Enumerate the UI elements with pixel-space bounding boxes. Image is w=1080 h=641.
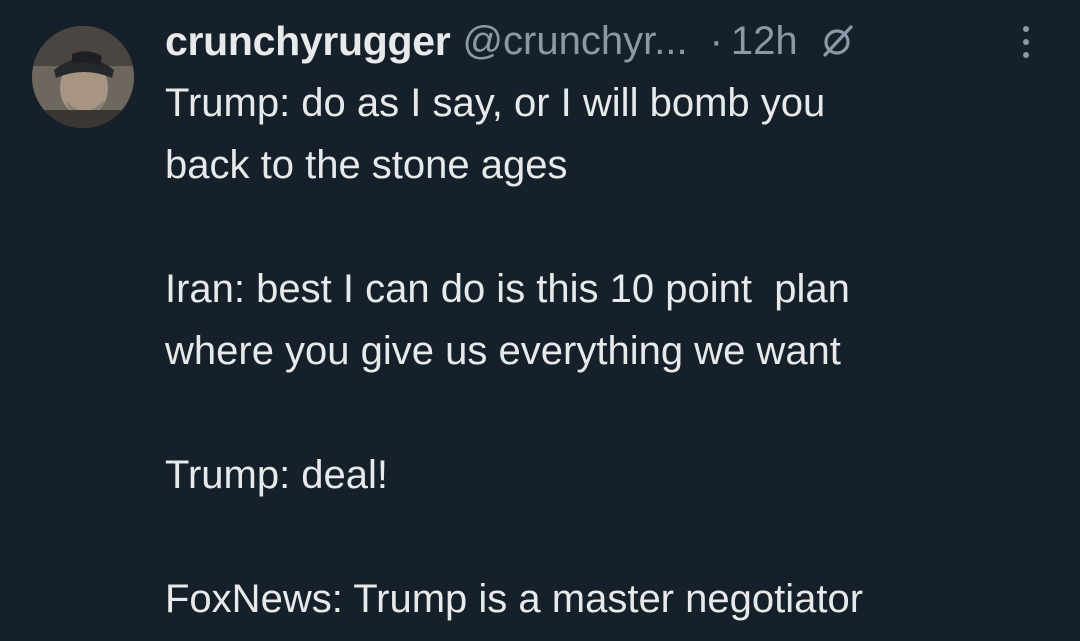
more-vertical-icon[interactable] bbox=[1014, 22, 1038, 62]
tweet-line: FoxNews: Trump is a master negotiator bbox=[165, 577, 864, 621]
tweet-line: Iran: best I can do is this 10 point pla… bbox=[165, 267, 850, 311]
grok-icon[interactable] bbox=[818, 21, 858, 61]
tweet[interactable]: crunchyrugger @crunchyr... · 12h Trump: … bbox=[0, 0, 1080, 641]
tweet-line: back to the stone ages bbox=[165, 143, 568, 187]
user-avatar[interactable] bbox=[32, 26, 134, 128]
tweet-line: Trump: deal! bbox=[165, 453, 389, 497]
tweet-line: Trump: do as I say, or I will bomb you bbox=[165, 81, 826, 125]
display-name[interactable]: crunchyrugger bbox=[165, 18, 451, 65]
user-handle[interactable]: @crunchyr... bbox=[462, 19, 687, 64]
tweet-line: where you give us everything we want bbox=[165, 329, 841, 373]
avatar-image bbox=[32, 26, 134, 128]
tweet-header: crunchyrugger @crunchyr... · 12h bbox=[165, 15, 858, 67]
timestamp[interactable]: 12h bbox=[731, 19, 798, 64]
tweet-text: Trump: do as I say, or I will bomb you b… bbox=[165, 72, 1045, 630]
separator-dot: · bbox=[709, 18, 723, 63]
